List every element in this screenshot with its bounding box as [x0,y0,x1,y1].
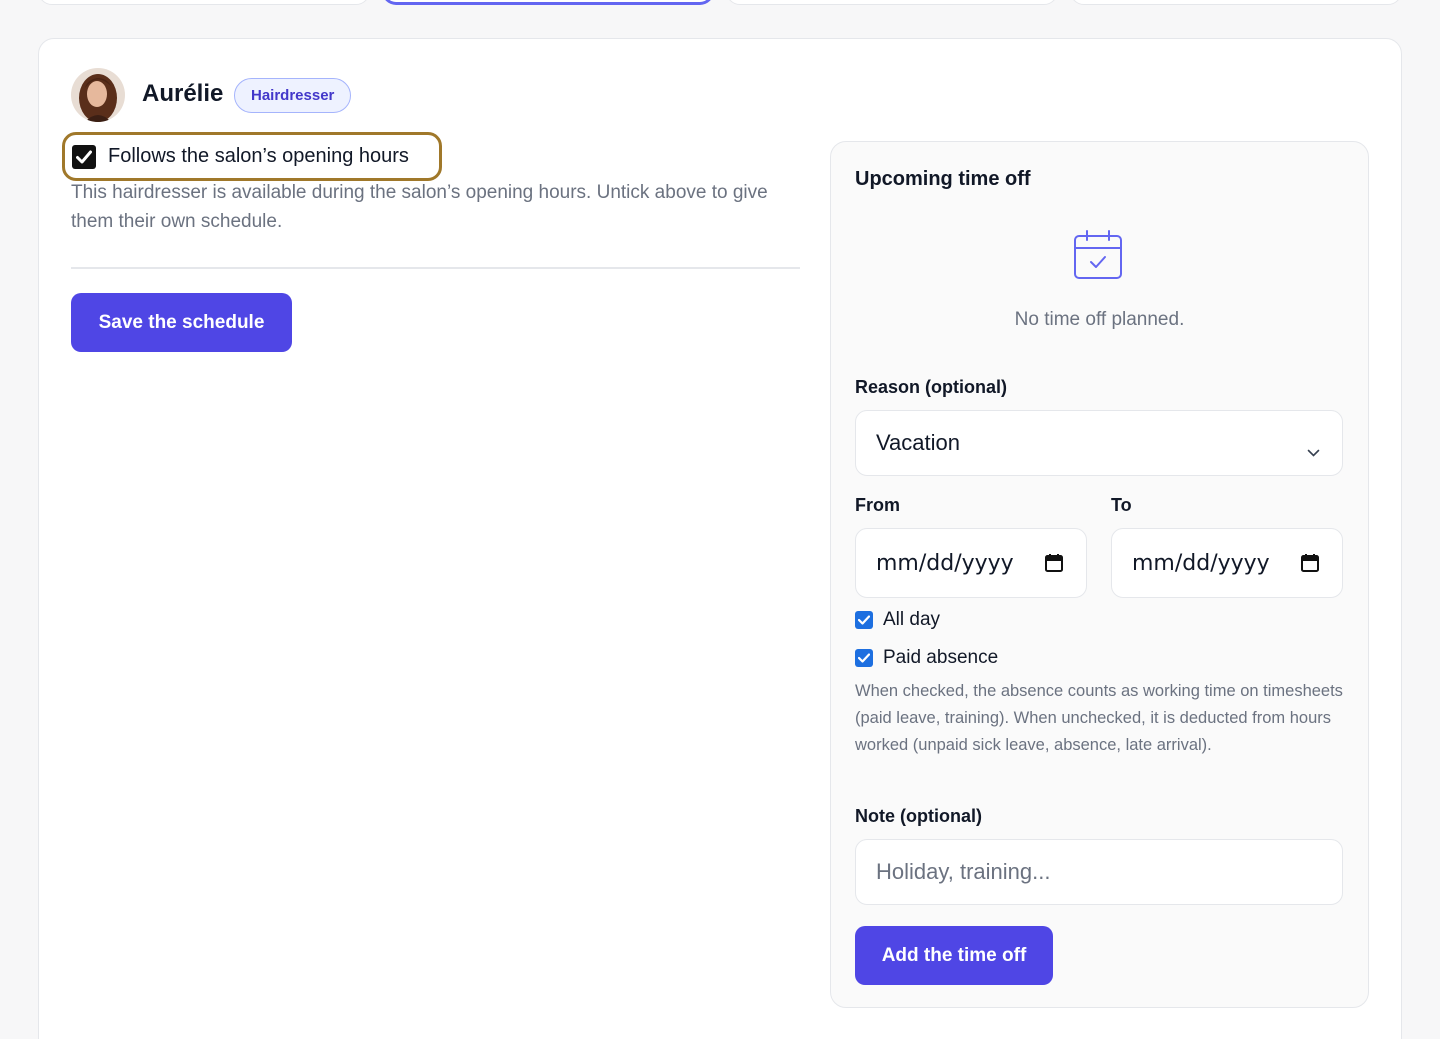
calendar-icon[interactable] [1044,553,1064,579]
reason-select[interactable]: Vacation [855,410,1343,476]
chevron-down-icon [1307,437,1320,463]
staff-name: Aurélie [142,80,224,107]
to-date-placeholder: mm/dd/yyyy [1132,550,1270,576]
tab-4[interactable] [1070,0,1402,5]
from-date-placeholder: mm/dd/yyyy [876,550,1014,576]
tab-2-active[interactable] [382,0,714,5]
avatar [71,68,125,122]
from-date-input[interactable]: mm/dd/yyyy [855,528,1087,598]
to-label: To [1111,495,1132,515]
calendar-check-icon [1072,229,1124,281]
add-time-off-button[interactable]: Add the time off [855,926,1053,985]
checkbox-checked[interactable] [855,649,873,667]
role-badge: Hairdresser [234,78,352,113]
divider [71,267,800,269]
all-day-label: All day [883,609,941,630]
paid-absence-help: When checked, the absence counts as work… [855,682,1343,754]
calendar-icon[interactable] [1300,553,1320,579]
from-label: From [855,495,900,515]
reason-label: Reason (optional) [855,377,1007,397]
all-day-checkbox[interactable]: All day [855,609,940,631]
checkbox-checked[interactable] [855,611,873,629]
to-date-input[interactable]: mm/dd/yyyy [1111,528,1343,598]
note-input[interactable] [855,839,1343,905]
reason-select-value: Vacation [876,430,960,455]
checkbox-checked[interactable] [72,144,96,169]
paid-absence-checkbox[interactable]: Paid absence [855,647,998,669]
follows-opening-hours-label: Follows the salon’s opening hours [108,145,409,167]
no-time-off-text: No time off planned. [1014,309,1185,330]
follows-opening-hours-checkbox[interactable]: Follows the salon’s opening hours [62,132,442,181]
tab-3[interactable] [726,0,1058,5]
note-label: Note (optional) [855,806,982,826]
follows-help-text: This hairdresser is available during the… [71,182,768,232]
paid-absence-label: Paid absence [883,647,999,668]
tab-1[interactable] [38,0,370,5]
save-schedule-button[interactable]: Save the schedule [71,293,292,352]
panel-title: Upcoming time off [855,168,1031,190]
